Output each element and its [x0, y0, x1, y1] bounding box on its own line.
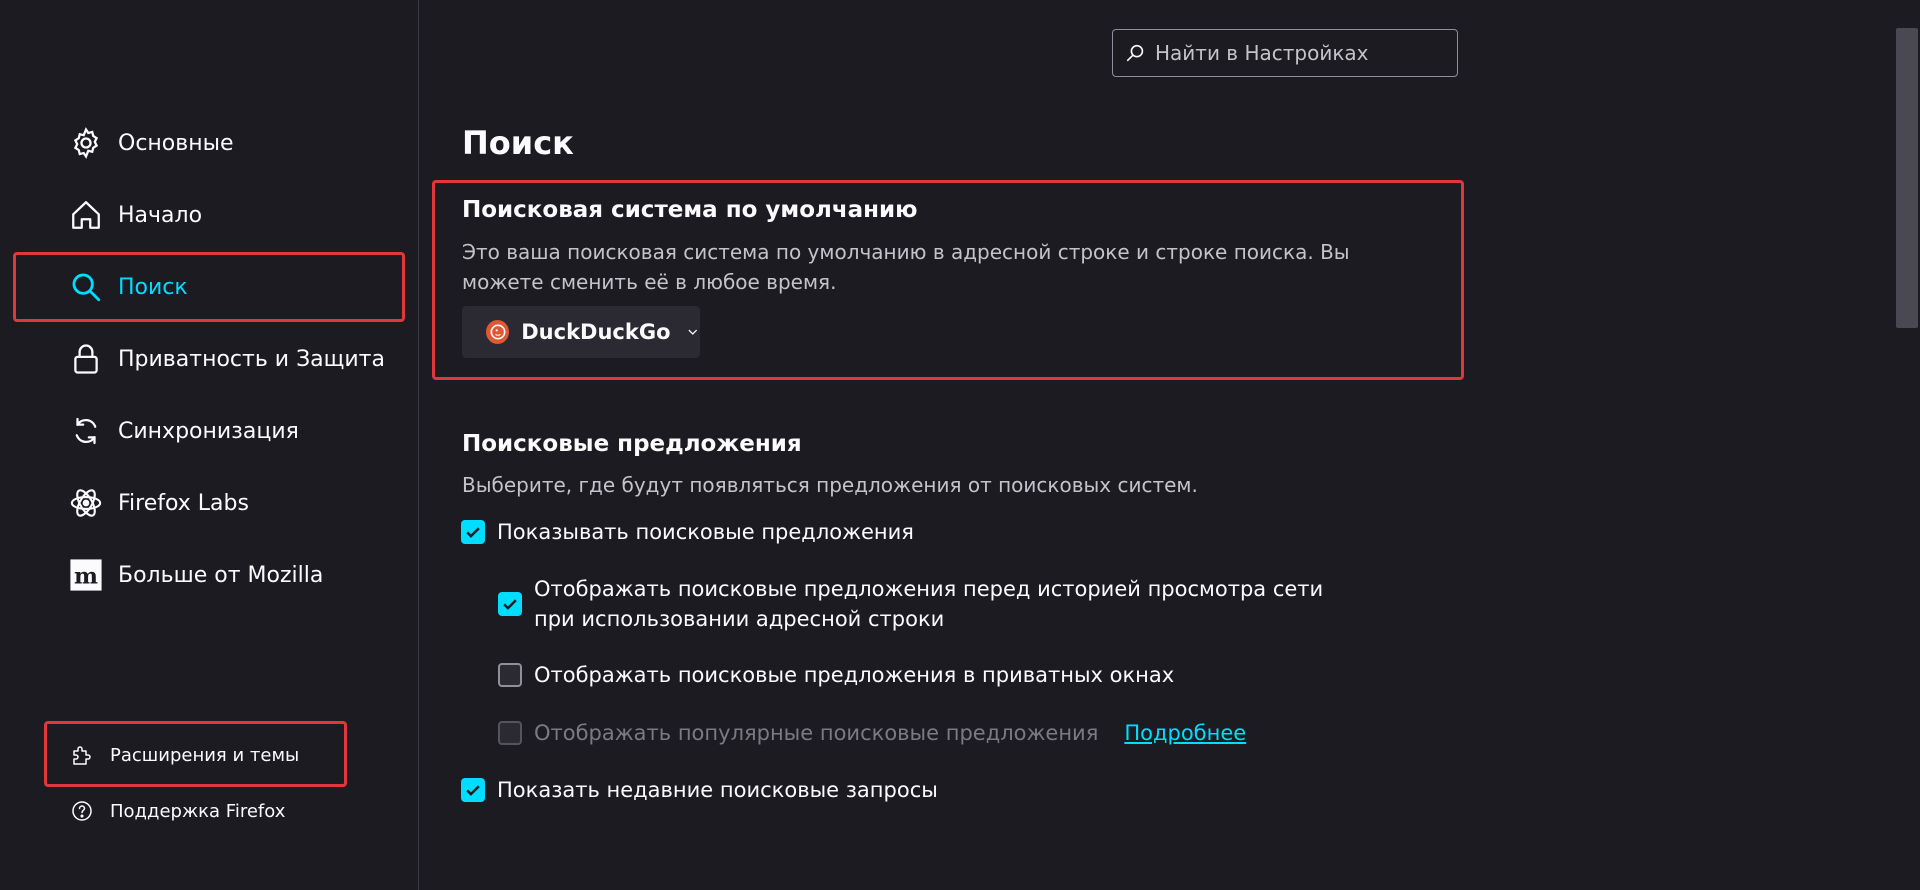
page-title: Поиск: [462, 124, 574, 162]
footer-item-label: Расширения и темы: [110, 744, 300, 766]
search-icon: [1126, 44, 1144, 62]
sidebar-item-labs[interactable]: Firefox Labs: [68, 481, 249, 525]
sidebar-footer-addons[interactable]: Расширения и темы: [70, 740, 299, 770]
puzzle-icon: [73, 746, 91, 765]
search-engine-dropdown[interactable]: DuckDuckGo: [462, 306, 700, 358]
suggestions-description: Выберите, где будут появляться предложен…: [462, 473, 1198, 497]
checkbox: [498, 721, 522, 745]
checkbox[interactable]: [461, 778, 485, 802]
search-icon: [68, 269, 104, 305]
svg-text:m: m: [74, 564, 98, 590]
option-label: Отображать поисковые предложения в прива…: [534, 663, 1175, 687]
sidebar: Основные Начало Поиск Приватность и Защи…: [0, 0, 419, 890]
sidebar-item-label: Поиск: [118, 274, 188, 300]
sidebar-item-mozilla[interactable]: m Больше от Mozilla: [68, 553, 323, 597]
option-trending-suggestions: Отображать популярные поисковые предложе…: [498, 718, 1246, 748]
checkmark-icon: [466, 527, 480, 538]
sidebar-item-privacy[interactable]: Приватность и Защита: [68, 337, 385, 381]
sidebar-item-label: Начало: [118, 202, 203, 228]
suggestions-title: Поисковые предложения: [462, 431, 802, 457]
settings-search-box[interactable]: [1112, 29, 1458, 77]
checkmark-icon: [466, 785, 480, 796]
checkmark-icon: [503, 599, 517, 610]
checkbox[interactable]: [461, 520, 485, 544]
home-icon: [68, 197, 104, 233]
sidebar-item-general[interactable]: Основные: [68, 121, 234, 165]
option-suggestions-before-history[interactable]: Отображать поисковые предложения перед и…: [498, 574, 1398, 634]
search-input[interactable]: [1155, 41, 1445, 65]
option-label: Показывать поисковые предложения: [497, 520, 914, 544]
default-engine-title: Поисковая система по умолчанию: [462, 197, 918, 223]
search-engine-name: DuckDuckGo: [521, 320, 671, 344]
checkbox[interactable]: [498, 592, 522, 616]
sidebar-item-label: Firefox Labs: [118, 490, 249, 516]
sidebar-item-label: Основные: [118, 130, 234, 156]
footer-item-label: Поддержка Firefox: [110, 800, 286, 822]
sidebar-item-label: Синхронизация: [118, 418, 299, 444]
option-private-windows[interactable]: Отображать поисковые предложения в прива…: [498, 660, 1174, 690]
help-icon: [72, 801, 92, 821]
default-engine-description: Это ваша поисковая система по умолчанию …: [462, 240, 1350, 294]
option-show-suggestions[interactable]: Показывать поисковые предложения: [461, 517, 914, 547]
option-label: Отображать поисковые предложения перед и…: [534, 577, 1324, 631]
sidebar-item-label: Приватность и Защита: [118, 346, 385, 372]
scrollbar-thumb[interactable]: [1896, 28, 1918, 328]
sidebar-item-sync[interactable]: Синхронизация: [68, 409, 299, 453]
mozilla-icon: m: [68, 557, 104, 593]
sidebar-item-search[interactable]: Поиск: [68, 265, 188, 309]
learn-more-link[interactable]: Подробнее: [1124, 718, 1246, 748]
labs-icon: [68, 485, 104, 521]
chevron-down-icon: [687, 329, 697, 335]
option-label: Показать недавние поисковые запросы: [497, 778, 938, 802]
sidebar-footer-support[interactable]: Поддержка Firefox: [70, 796, 285, 826]
sync-icon: [68, 413, 104, 449]
gear-icon: [68, 125, 104, 161]
duckduckgo-icon: [486, 320, 510, 344]
option-recent-searches[interactable]: Показать недавние поисковые запросы: [461, 775, 938, 805]
sidebar-item-home[interactable]: Начало: [68, 193, 202, 237]
option-label: Отображать популярные поисковые предложе…: [534, 721, 1099, 745]
sidebar-item-label: Больше от Mozilla: [118, 562, 324, 588]
lock-icon: [68, 341, 104, 377]
checkbox[interactable]: [498, 663, 522, 687]
